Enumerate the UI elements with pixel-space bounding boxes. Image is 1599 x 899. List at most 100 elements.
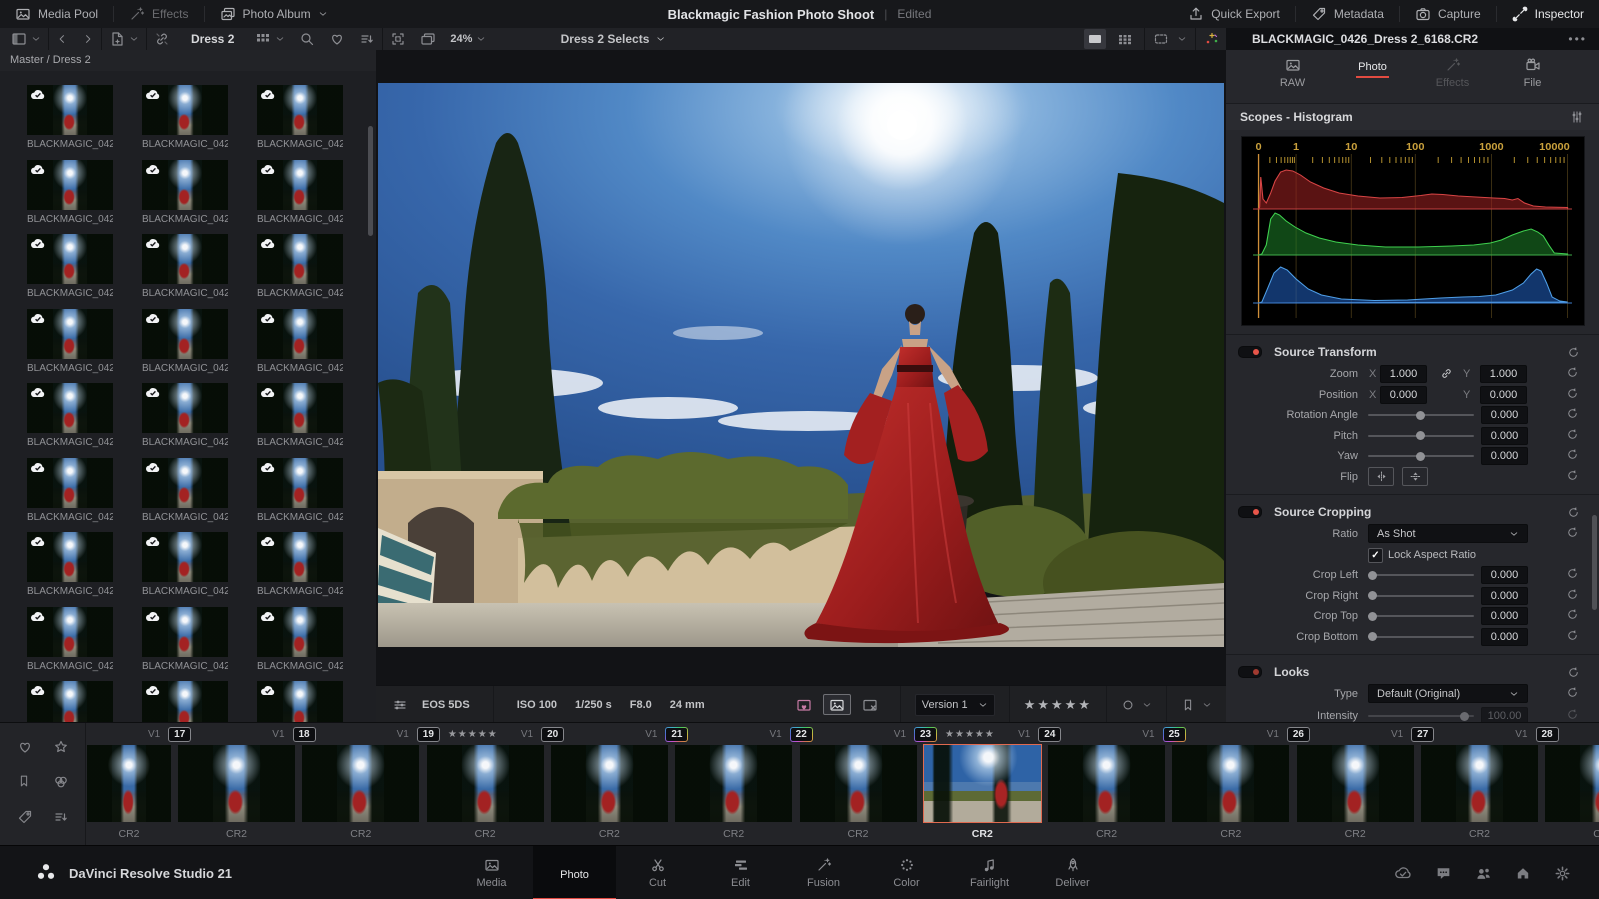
reset-icon[interactable] — [1566, 686, 1579, 699]
yaw-slider[interactable] — [1368, 451, 1474, 461]
flag-neutral-button[interactable] — [822, 694, 851, 715]
reset-icon[interactable] — [1566, 567, 1579, 580]
intensity-field[interactable]: 100.00 — [1481, 707, 1528, 722]
favorite-filter-button[interactable] — [322, 28, 352, 50]
source-cropping-toggle[interactable] — [1238, 506, 1262, 518]
filter-star-icon[interactable] — [53, 739, 69, 755]
crop-overlay-button[interactable] — [383, 28, 413, 50]
media-thumbnail[interactable]: BLACKMAGIC_042... — [142, 85, 228, 160]
effects-button[interactable]: Effects — [114, 0, 203, 28]
link-icon[interactable] — [1440, 367, 1453, 380]
media-thumbnail[interactable]: BLACKMAGIC_042... — [257, 159, 343, 235]
media-thumbnail[interactable]: BLACKMAGIC_042... — [142, 457, 228, 533]
filmstrip-thumbnail[interactable] — [1048, 745, 1166, 822]
enhance-icon[interactable] — [1204, 31, 1220, 47]
inspector-scrollbar[interactable] — [1592, 515, 1597, 610]
media-thumbnail[interactable]: BLACKMAGIC_042... — [27, 234, 113, 309]
capture-button[interactable]: Capture — [1400, 0, 1496, 28]
color-flag-icon[interactable] — [1121, 698, 1135, 712]
media-thumbnail[interactable]: BLACKMAGIC_042... — [257, 383, 343, 458]
star-rating[interactable]: ★★★★★ — [1024, 697, 1092, 713]
media-thumbnail[interactable]: BLACKMAGIC_042... — [257, 457, 343, 533]
add-item-button[interactable] — [102, 28, 146, 50]
reset-icon[interactable] — [1566, 469, 1579, 482]
back-button[interactable] — [49, 28, 75, 50]
quick-export-button[interactable]: Quick Export — [1173, 0, 1295, 28]
page-tab-fusion[interactable]: Fusion — [782, 846, 865, 899]
page-tab-edit[interactable]: Edit — [699, 846, 782, 899]
page-tab-cut[interactable]: Cut — [616, 846, 699, 899]
media-pool-button[interactable]: Media Pool — [0, 0, 113, 28]
filter-bookmark-icon[interactable] — [17, 774, 31, 788]
compare-button[interactable] — [413, 28, 443, 50]
reset-icon[interactable] — [1567, 666, 1580, 679]
filmstrip-thumbnail[interactable] — [178, 745, 295, 822]
adjustments-icon[interactable] — [392, 697, 408, 713]
crop-right-slider[interactable] — [1368, 591, 1474, 600]
zoom-level-control[interactable]: 24% — [443, 28, 493, 50]
media-thumbnail[interactable]: BLACKMAGIC_042... — [257, 681, 343, 722]
more-options-button[interactable]: ••• — [1568, 32, 1587, 46]
media-thumbnail[interactable]: BLACKMAGIC_042... — [27, 681, 113, 722]
filmstrip-thumbnail[interactable] — [1172, 745, 1290, 822]
fit-view-button[interactable] — [1153, 31, 1169, 47]
reset-icon[interactable] — [1567, 346, 1580, 359]
filmstrip-thumbnail[interactable] — [1296, 745, 1414, 822]
filter-heart-icon[interactable] — [17, 739, 33, 755]
multi-view-button[interactable] — [1114, 29, 1136, 49]
filmstrip-item[interactable]: V1 28 CR2 — [1515, 723, 1599, 846]
thumbnail-view-button[interactable] — [248, 28, 292, 50]
media-thumbnail[interactable]: BLACKMAGIC_042... — [257, 85, 343, 160]
zoom-x-field[interactable]: 1.000 — [1380, 365, 1427, 383]
flag-reject-button[interactable] — [857, 695, 883, 714]
flip-vertical-button[interactable] — [1402, 466, 1428, 486]
lock-aspect-checkbox[interactable]: ✓ — [1368, 548, 1383, 563]
reset-icon[interactable] — [1566, 708, 1579, 721]
reset-icon[interactable] — [1566, 526, 1579, 539]
forward-button[interactable] — [75, 28, 101, 50]
inspector-tab-effects[interactable]: Effects — [1425, 57, 1481, 103]
look-type-dropdown[interactable]: Default (Original) — [1368, 684, 1528, 703]
position-y-field[interactable]: 0.000 — [1480, 385, 1527, 404]
page-tab-media[interactable]: Media — [450, 846, 533, 899]
sort-button[interactable] — [352, 28, 382, 50]
chat-icon[interactable] — [1435, 865, 1452, 882]
page-tab-photo[interactable]: Photo — [533, 846, 616, 899]
reset-icon[interactable] — [1566, 588, 1579, 601]
filmstrip-thumbnail[interactable] — [426, 745, 544, 822]
reset-icon[interactable] — [1566, 608, 1579, 621]
media-thumbnail[interactable]: BLACKMAGIC_042... — [142, 532, 228, 607]
media-thumbnail[interactable]: BLACKMAGIC_042... — [142, 308, 228, 384]
crop-right-field[interactable]: 0.000 — [1481, 586, 1528, 605]
media-thumbnail[interactable]: BLACKMAGIC_042... — [257, 606, 343, 682]
zoom-y-field[interactable]: 1.000 — [1480, 365, 1527, 383]
flip-horizontal-button[interactable] — [1368, 466, 1394, 486]
media-thumbnail[interactable]: BLACKMAGIC_042... — [142, 681, 228, 722]
page-tab-color[interactable]: Color — [865, 846, 948, 899]
breadcrumb[interactable]: Master / Dress 2 — [0, 50, 376, 71]
media-thumbnail[interactable]: BLACKMAGIC_042... — [27, 159, 113, 235]
media-thumbnail[interactable]: BLACKMAGIC_042... — [257, 308, 343, 384]
reset-icon[interactable] — [1566, 387, 1579, 400]
crop-top-slider[interactable] — [1368, 611, 1474, 621]
filmstrip-thumbnail[interactable] — [675, 745, 793, 822]
media-thumbnail[interactable]: BLACKMAGIC_042... — [142, 234, 228, 309]
single-view-button[interactable] — [1084, 29, 1106, 49]
media-thumbnail[interactable]: BLACKMAGIC_042... — [27, 606, 113, 682]
home-icon[interactable] — [1515, 865, 1531, 881]
pitch-slider[interactable] — [1368, 431, 1474, 440]
page-tab-fairlight[interactable]: Fairlight — [948, 846, 1031, 899]
filmstrip-thumbnail[interactable] — [1421, 745, 1538, 822]
photo-album-button[interactable]: Photo Album — [205, 0, 343, 28]
reset-icon[interactable] — [1566, 407, 1579, 420]
source-transform-toggle[interactable] — [1238, 346, 1262, 358]
reset-icon[interactable] — [1566, 629, 1579, 642]
settings-icon[interactable] — [1554, 865, 1571, 882]
media-thumbnail[interactable]: BLACKMAGIC_042... — [257, 234, 343, 309]
rotation-slider[interactable] — [1368, 410, 1474, 420]
scope-settings-icon[interactable] — [1569, 109, 1585, 125]
reset-icon[interactable] — [1566, 428, 1579, 441]
inspector-button[interactable]: Inspector — [1497, 0, 1599, 28]
media-thumbnail[interactable]: BLACKMAGIC_042... — [27, 532, 113, 607]
filmstrip-thumbnail[interactable] — [302, 745, 420, 822]
